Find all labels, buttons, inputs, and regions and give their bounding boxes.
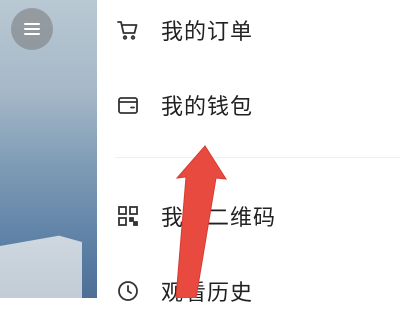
clock-icon — [116, 279, 140, 303]
menu-item-label: 观看历史 — [161, 281, 254, 306]
menu-item-history[interactable]: 观看历史 — [97, 261, 400, 321]
side-drawer: 我的订单 我的钱包 我的二维码 观看历史 — [97, 0, 400, 306]
menu-item-label: 我的二维码 — [161, 206, 277, 231]
menu-divider — [115, 157, 400, 158]
qr-code-icon — [116, 204, 140, 228]
menu-item-qr-code[interactable]: 我的二维码 — [97, 186, 400, 246]
hamburger-icon — [24, 23, 40, 35]
menu-item-label: 我的订单 — [161, 20, 254, 45]
menu-button[interactable] — [11, 8, 53, 50]
background-content — [0, 0, 97, 298]
wallet-icon — [116, 93, 140, 117]
menu-item-label: 我的钱包 — [161, 95, 254, 120]
menu-item-wallet[interactable]: 我的钱包 — [97, 75, 400, 135]
menu-item-orders[interactable]: 我的订单 — [97, 0, 400, 60]
cart-icon — [116, 18, 140, 42]
background-image — [0, 235, 82, 298]
